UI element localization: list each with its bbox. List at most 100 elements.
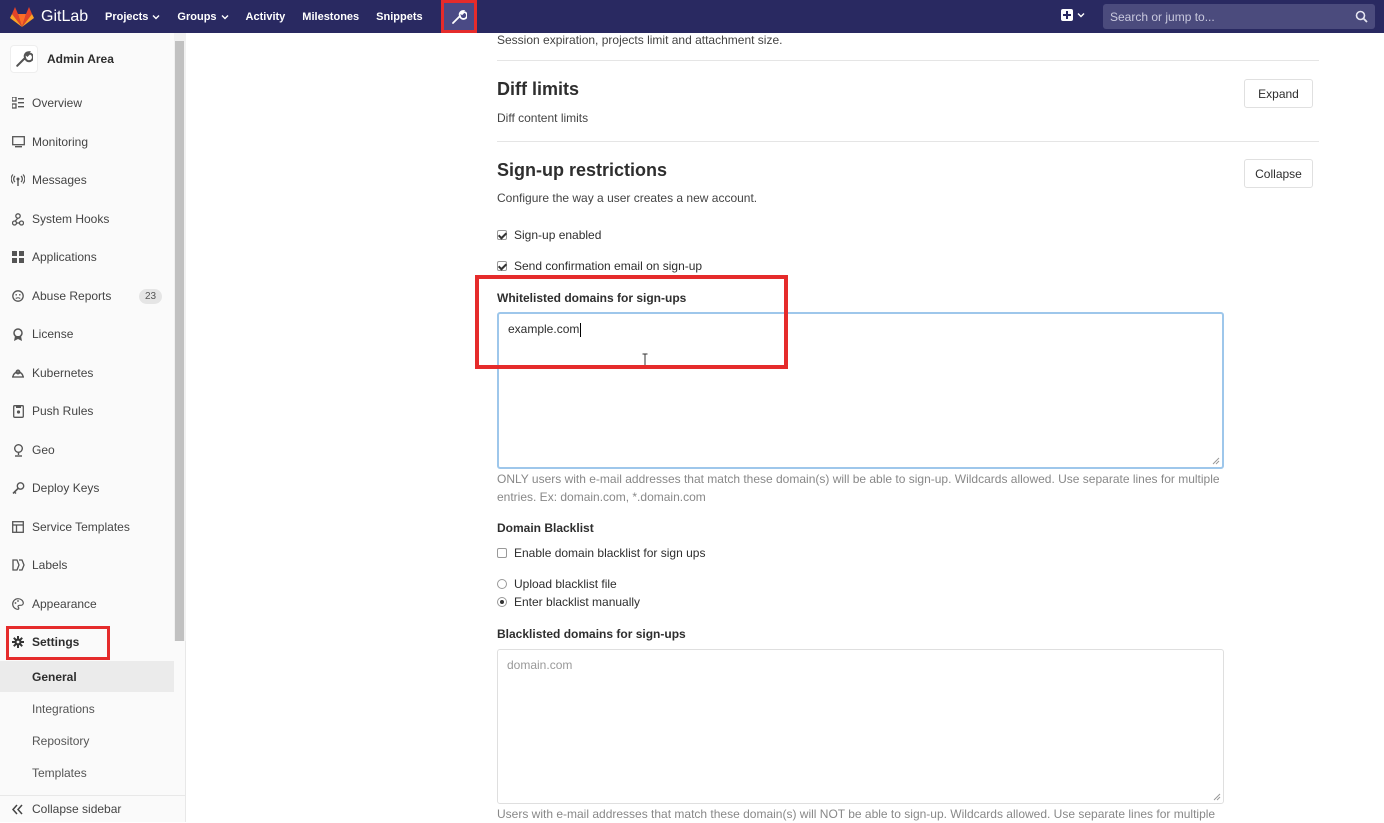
chevron-down-icon	[152, 14, 160, 19]
enable-blacklist-row[interactable]: Enable domain blacklist for sign ups	[497, 546, 705, 560]
sidebar-title: Admin Area	[47, 52, 114, 66]
upload-blacklist-label: Upload blacklist file	[514, 577, 617, 591]
sidebar-item-label: Labels	[32, 558, 68, 572]
upload-blacklist-row[interactable]: Upload blacklist file	[497, 577, 617, 591]
sidebar-item-system-hooks[interactable]: System Hooks	[0, 201, 174, 237]
sidebar-item-geo[interactable]: Geo	[0, 432, 174, 468]
labels-icon	[11, 558, 25, 572]
sidebar-item-license[interactable]: License	[0, 316, 174, 352]
push-rules-icon	[11, 404, 25, 418]
sidebar-scrollbar[interactable]	[174, 33, 186, 641]
search-box[interactable]	[1103, 4, 1375, 29]
key-icon	[11, 481, 25, 495]
domain-blacklist-heading: Domain Blacklist	[497, 521, 594, 535]
apps-icon	[11, 250, 25, 264]
broadcast-icon	[11, 173, 25, 187]
admin-sidebar: Admin Area Overview Monitoring Messages …	[0, 33, 186, 822]
diff-limits-desc: Diff content limits	[497, 111, 589, 125]
collapse-sidebar-button[interactable]: Collapse sidebar	[0, 795, 186, 822]
new-dropdown[interactable]	[1061, 9, 1085, 21]
sidebar-item-label: Deploy Keys	[32, 481, 100, 495]
top-navbar: GitLab Projects Groups Activity Mileston…	[0, 0, 1384, 33]
license-icon	[11, 327, 25, 341]
palette-icon	[11, 597, 25, 611]
collapse-sidebar-label: Collapse sidebar	[32, 802, 122, 816]
sidebar-item-kubernetes[interactable]: Kubernetes	[0, 355, 174, 391]
sidebar-item-label: Messages	[32, 173, 87, 187]
upload-blacklist-radio[interactable]	[497, 579, 507, 589]
blacklisted-label: Blacklisted domains for sign-ups	[497, 627, 686, 641]
signup-enabled-row[interactable]: Sign-up enabled	[497, 228, 601, 242]
main-content: Session expiration, projects limit and a…	[186, 33, 1384, 822]
abuse-icon	[11, 289, 25, 303]
sidebar-item-labels[interactable]: Labels	[0, 547, 174, 583]
nav-groups[interactable]: Groups	[177, 10, 229, 23]
nav-activity[interactable]: Activity	[246, 11, 286, 23]
nav-milestones[interactable]: Milestones	[302, 11, 359, 23]
resize-grip-icon[interactable]	[1213, 793, 1221, 801]
sidebar-item-label: System Hooks	[32, 212, 110, 226]
send-confirmation-label: Send confirmation email on sign-up	[514, 259, 703, 273]
chevron-down-icon	[1077, 13, 1085, 18]
nav-snippets[interactable]: Snippets	[376, 11, 422, 23]
enter-blacklist-row[interactable]: Enter blacklist manually	[497, 595, 640, 609]
signup-restrictions-title: Sign-up restrictions	[497, 160, 668, 180]
diff-limits-title: Diff limits	[497, 79, 580, 99]
sidebar-item-abuse-reports[interactable]: Abuse Reports 23	[0, 278, 174, 314]
kubernetes-icon	[11, 366, 25, 380]
signup-enabled-label: Sign-up enabled	[514, 228, 602, 242]
gitlab-logo-icon	[10, 6, 34, 27]
nav-milestones-label: Milestones	[302, 10, 360, 23]
sidebar-item-label: Push Rules	[32, 404, 94, 418]
wrench-icon	[452, 9, 467, 24]
blacklist-textarea[interactable]: domain.com	[497, 649, 1224, 804]
sidebar-item-push-rules[interactable]: Push Rules	[0, 393, 174, 429]
settings-sub-repository[interactable]: Repository	[0, 725, 174, 756]
admin-area-button[interactable]	[441, 0, 477, 33]
sidebar-item-overview[interactable]: Overview	[0, 85, 174, 121]
sidebar-item-label: License	[32, 327, 74, 341]
plus-square-icon	[1061, 9, 1073, 21]
wrench-icon	[16, 51, 33, 67]
double-chevron-left-icon	[12, 804, 23, 814]
nav-activity-label: Activity	[245, 10, 286, 23]
send-confirmation-row[interactable]: Send confirmation email on sign-up	[497, 259, 702, 273]
sidebar-item-label: Overview	[32, 96, 83, 110]
settings-sub-integrations[interactable]: Integrations	[0, 693, 174, 724]
sidebar-item-label: Service Templates	[32, 520, 130, 534]
enter-blacklist-radio[interactable]	[497, 597, 507, 607]
blacklist-placeholder: domain.com	[507, 658, 573, 672]
expand-button[interactable]: Expand	[1244, 79, 1313, 108]
blacklist-help-text: Users with e-mail addresses that match t…	[497, 807, 1216, 821]
whitelist-highlight-box	[475, 275, 788, 369]
gitlab-brand[interactable]: GitLab	[10, 6, 105, 28]
sidebar-item-service-templates[interactable]: Service Templates	[0, 509, 174, 545]
hook-icon	[11, 212, 25, 226]
sidebar-item-monitoring[interactable]: Monitoring	[0, 124, 174, 160]
sidebar-item-deploy-keys[interactable]: Deploy Keys	[0, 470, 174, 506]
sidebar-item-label: Monitoring	[32, 135, 89, 149]
scrollbar-thumb[interactable]	[175, 41, 184, 641]
nav-groups-label: Groups	[177, 10, 217, 23]
settings-highlight-box	[6, 626, 110, 660]
settings-sub-templates[interactable]: Templates	[0, 757, 174, 788]
settings-sub-general[interactable]: General	[0, 661, 174, 692]
signup-enabled-checkbox[interactable]	[497, 230, 507, 240]
nav-projects[interactable]: Projects	[105, 11, 160, 23]
nav-projects-label: Projects	[105, 10, 149, 23]
sidebar-item-label: Kubernetes	[32, 366, 94, 380]
resize-grip-icon[interactable]	[1212, 457, 1220, 465]
sidebar-item-appearance[interactable]: Appearance	[0, 586, 174, 622]
brand-name: GitLab	[41, 7, 89, 25]
signup-restrictions-desc: Configure the way a user creates a new a…	[497, 191, 758, 205]
sidebar-item-applications[interactable]: Applications	[0, 239, 174, 275]
divider	[497, 141, 1319, 142]
geo-icon	[11, 443, 25, 457]
enable-blacklist-checkbox[interactable]	[497, 548, 507, 558]
send-confirmation-checkbox[interactable]	[497, 261, 507, 271]
search-input[interactable]	[1110, 9, 1350, 24]
sidebar-item-messages[interactable]: Messages	[0, 162, 174, 198]
chevron-down-icon	[221, 14, 229, 19]
sidebar-header[interactable]: Admin Area	[0, 33, 174, 85]
collapse-button[interactable]: Collapse	[1244, 159, 1313, 188]
